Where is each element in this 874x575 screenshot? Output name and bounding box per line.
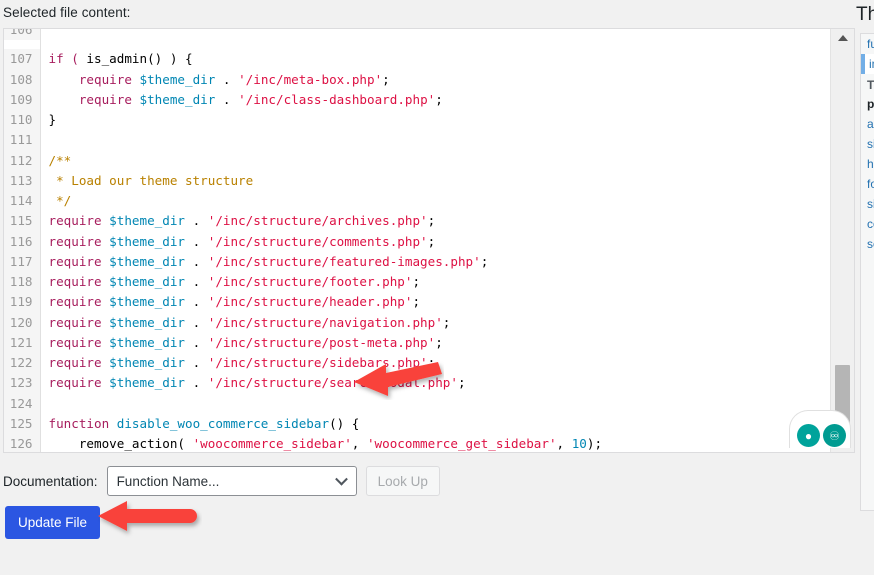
code-line: 117 require $theme_dir . '/inc/structure/…	[4, 251, 830, 272]
line-number: 122	[4, 353, 41, 374]
code-line: 109 require $theme_dir . '/inc/class-das…	[4, 89, 830, 110]
update-file-button[interactable]: Update File	[5, 506, 101, 539]
line-number: 109	[4, 89, 41, 110]
line-content[interactable]	[40, 130, 830, 150]
file-list-item[interactable]: functions.php	[861, 34, 874, 54]
file-list-item[interactable]: header.php	[861, 154, 874, 174]
theme-file-list[interactable]: functions.phpindex.php Template page.phpar…	[860, 33, 874, 511]
line-content[interactable]: require $theme_dir . '/inc/structure/fea…	[40, 252, 830, 272]
headset-glyph: ♾	[829, 428, 840, 443]
line-content[interactable]: function disable_woo_commerce_sidebar() …	[40, 414, 830, 434]
code-line: 118 require $theme_dir . '/inc/structure/…	[4, 272, 830, 293]
file-group-label: Template	[867, 78, 874, 92]
chat-bubble-glyph: ●	[804, 428, 813, 443]
code-line: 108 require $theme_dir . '/inc/meta-box.…	[4, 69, 830, 90]
line-content[interactable]: require $theme_dir . '/inc/structure/foo…	[40, 272, 830, 292]
theme-files-panel: Th functions.phpindex.php Template page.ph…	[856, 0, 874, 575]
line-number: 111	[4, 130, 41, 151]
line-content[interactable]: require $theme_dir . '/inc/structure/com…	[40, 232, 830, 252]
line-number: 107	[4, 49, 41, 70]
line-content[interactable]: * Load our theme structure	[40, 171, 830, 191]
line-content[interactable]: require $theme_dir . '/inc/class-dashboa…	[40, 90, 830, 110]
chat-bubble-icon[interactable]: ●	[797, 424, 820, 447]
line-content[interactable]	[40, 29, 830, 40]
line-number: 124	[4, 393, 41, 414]
line-number: 119	[4, 292, 41, 313]
code-line: 115 require $theme_dir . '/inc/structure/…	[4, 211, 830, 232]
file-list-item[interactable]: index.php	[861, 54, 874, 74]
arrow-pointing-update-file-button	[96, 496, 202, 540]
line-number: 118	[4, 272, 41, 293]
line-number: 120	[4, 312, 41, 333]
line-content[interactable]: require $theme_dir . '/inc/structure/arc…	[40, 211, 830, 231]
editor-vertical-scrollbar[interactable]	[830, 29, 854, 452]
line-number: 125	[4, 413, 41, 434]
line-content[interactable]: */	[40, 191, 830, 211]
line-content[interactable]: }	[40, 110, 830, 130]
line-content[interactable]: require $theme_dir . '/inc/structure/nav…	[40, 313, 830, 333]
code-line: 110}	[4, 110, 830, 131]
file-list-item[interactable]: page.php	[861, 94, 874, 114]
line-number: 123	[4, 373, 41, 394]
file-list-item[interactable]: search.php	[861, 234, 874, 254]
theme-files-title: Th	[856, 4, 874, 25]
scroll-up-arrow-icon[interactable]	[831, 29, 855, 46]
code-line: 125 function disable_woo_commerce_sidebar…	[4, 413, 830, 434]
line-number: 114	[4, 191, 41, 212]
line-content[interactable]: require $theme_dir . '/inc/structure/hea…	[40, 292, 830, 312]
code-line: 116 require $theme_dir . '/inc/structure/…	[4, 231, 830, 252]
headset-support-icon[interactable]: ♾	[823, 424, 846, 447]
line-number: 108	[4, 69, 41, 90]
line-number: 126	[4, 434, 41, 452]
line-number: 110	[4, 110, 41, 131]
code-line: 120 require $theme_dir . '/inc/structure/…	[4, 312, 830, 333]
line-number: 106	[4, 29, 41, 41]
support-chat-widget[interactable]: ● ♾	[789, 410, 851, 448]
line-number: 113	[4, 170, 41, 191]
code-line: 126 remove_action( 'woocommerce_sidebar'…	[4, 434, 830, 452]
code-line: 119 require $theme_dir . '/inc/structure/…	[4, 292, 830, 313]
file-list-item[interactable]: sidebar.php	[861, 194, 874, 214]
documentation-select-value: Function Name...	[116, 473, 220, 489]
look-up-button[interactable]: Look Up	[365, 466, 440, 496]
documentation-label: Documentation:	[3, 473, 98, 489]
file-list-item[interactable]: footer.php	[861, 174, 874, 194]
chevron-down-icon	[334, 472, 348, 486]
file-list-item[interactable]: comments.php	[861, 214, 874, 234]
page-root: Selected file content: Th functions.phpi…	[0, 0, 874, 575]
arrow-pointing-function-line	[352, 360, 444, 400]
code-line: 107 if ( is_admin() ) {	[4, 49, 830, 70]
code-line: 114 */	[4, 191, 830, 212]
line-content[interactable]: if ( is_admin() ) {	[40, 49, 830, 69]
code-line: 106	[4, 29, 830, 49]
code-line: 111	[4, 130, 830, 151]
line-number: 116	[4, 231, 41, 252]
line-number: 115	[4, 211, 41, 232]
line-content[interactable]: require $theme_dir . '/inc/meta-box.php'…	[40, 70, 830, 90]
code-line: 112/**	[4, 150, 830, 171]
line-number: 112	[4, 150, 41, 171]
documentation-row: Documentation: Function Name... Look Up	[3, 466, 440, 496]
file-list-item[interactable]: single.php	[861, 134, 874, 154]
line-content[interactable]: require $theme_dir . '/inc/structure/pos…	[40, 333, 830, 353]
line-number: 117	[4, 251, 41, 272]
line-content[interactable]: remove_action( 'woocommerce_sidebar', 'w…	[40, 434, 830, 452]
selected-file-content-label: Selected file content:	[3, 5, 131, 20]
line-content[interactable]: /**	[40, 151, 830, 171]
code-line: 121 require $theme_dir . '/inc/structure/…	[4, 332, 830, 353]
line-number: 121	[4, 332, 41, 353]
code-line: 113 * Load our theme structure	[4, 170, 830, 191]
documentation-select[interactable]: Function Name...	[106, 466, 357, 496]
file-list-item[interactable]: archive.php	[861, 114, 874, 134]
